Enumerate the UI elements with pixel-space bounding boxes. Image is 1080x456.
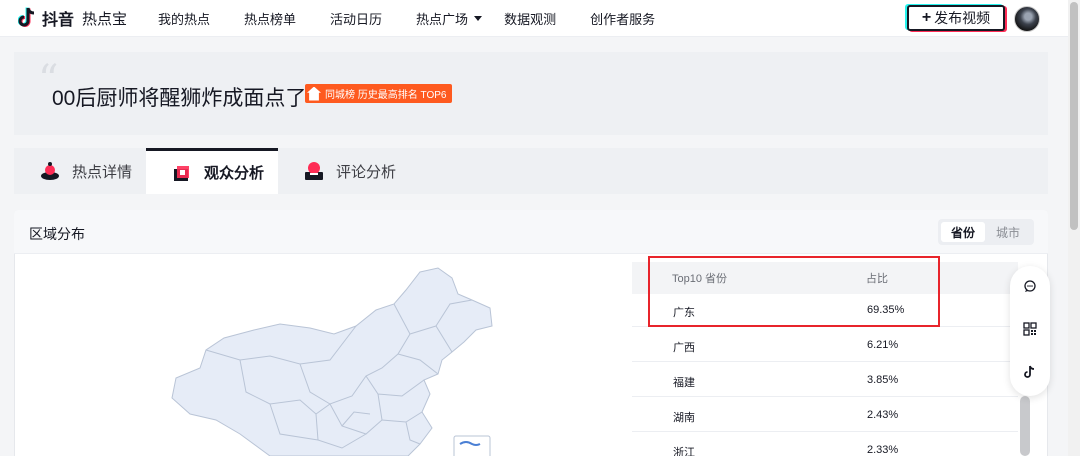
comment-analysis-icon: [302, 159, 326, 183]
hotspot-detail-icon: [38, 159, 62, 183]
product-name: 热点宝: [82, 10, 128, 28]
nav-my-hotspots[interactable]: 我的热点: [158, 9, 210, 28]
rank-badge-label: 同城榜 历史最高排名 TOP6: [325, 90, 447, 101]
table-row-share: 3.85%: [867, 374, 899, 386]
toggle-province[interactable]: 省份: [941, 222, 985, 242]
toggle-city-label: 城市: [995, 225, 1020, 240]
nav-hot-plaza-label: 热点广场: [416, 12, 469, 27]
douyin-icon[interactable]: [1020, 362, 1040, 382]
nav-hot-list[interactable]: 热点榜单: [244, 9, 296, 28]
nav-activity-calendar[interactable]: 活动日历: [330, 9, 382, 28]
audience-analysis-icon: [170, 161, 194, 185]
highlight-box: [648, 256, 940, 327]
publish-video-label: 发布视频: [934, 10, 991, 26]
tab-comment-analysis-label: 评论分析: [336, 163, 397, 181]
table-row-province: 福建: [673, 377, 695, 389]
logo[interactable]: 抖音 热点宝: [17, 6, 128, 30]
tab-audience-analysis-label: 观众分析: [204, 165, 265, 182]
page-title: 00后厨师将醒狮炸成面点了: [52, 87, 307, 110]
table-scrollbar-thumb[interactable]: [1020, 396, 1030, 456]
table-row-share: 2.43%: [867, 409, 899, 421]
avatar[interactable]: [1014, 6, 1040, 32]
plus-icon: +: [921, 9, 932, 26]
toggle-province-label: 省份: [950, 225, 975, 240]
rank-badge: 同城榜 历史最高排名 TOP6: [305, 84, 452, 103]
nav-creator-services[interactable]: 创作者服务: [590, 9, 655, 28]
tab-hotspot-detail-label: 热点详情: [72, 163, 133, 181]
main-nav: 我的热点 热点榜单 活动日历 热点广场 数据观测 创作者服务: [158, 0, 689, 37]
row-divider: [632, 361, 1018, 362]
douyin-logo-icon: [17, 7, 38, 29]
chevron-down-icon: [474, 16, 483, 21]
qr-code-icon[interactable]: [1020, 319, 1040, 339]
china-region-map[interactable]: [120, 264, 540, 456]
row-divider: [632, 396, 1018, 397]
toggle-city[interactable]: 城市: [986, 222, 1030, 242]
nav-data-observation[interactable]: 数据观测: [504, 9, 556, 28]
brand-name: 抖音: [42, 12, 75, 29]
nav-hot-plaza[interactable]: 热点广场: [416, 9, 483, 28]
table-row-share: 6.21%: [867, 339, 899, 351]
row-divider: [632, 431, 1018, 432]
tab-hotspot-detail[interactable]: 热点详情: [36, 148, 146, 194]
tab-comment-analysis[interactable]: 评论分析: [300, 148, 410, 194]
table-row-province: 浙江: [673, 447, 695, 456]
publish-video-button[interactable]: + 发布视频: [907, 5, 1005, 31]
feedback-chat-icon[interactable]: [1020, 276, 1040, 296]
table-row-share: 2.33%: [867, 444, 899, 456]
home-icon: [307, 86, 321, 101]
table-row-province: 湖南: [673, 412, 695, 424]
region-card-header: [14, 210, 1048, 254]
page-scrollbar-thumb[interactable]: [1070, 2, 1078, 230]
tab-audience-analysis[interactable]: 观众分析: [146, 148, 278, 194]
table-row-province: 广西: [673, 342, 695, 354]
region-card-title: 区域分布: [29, 226, 85, 242]
